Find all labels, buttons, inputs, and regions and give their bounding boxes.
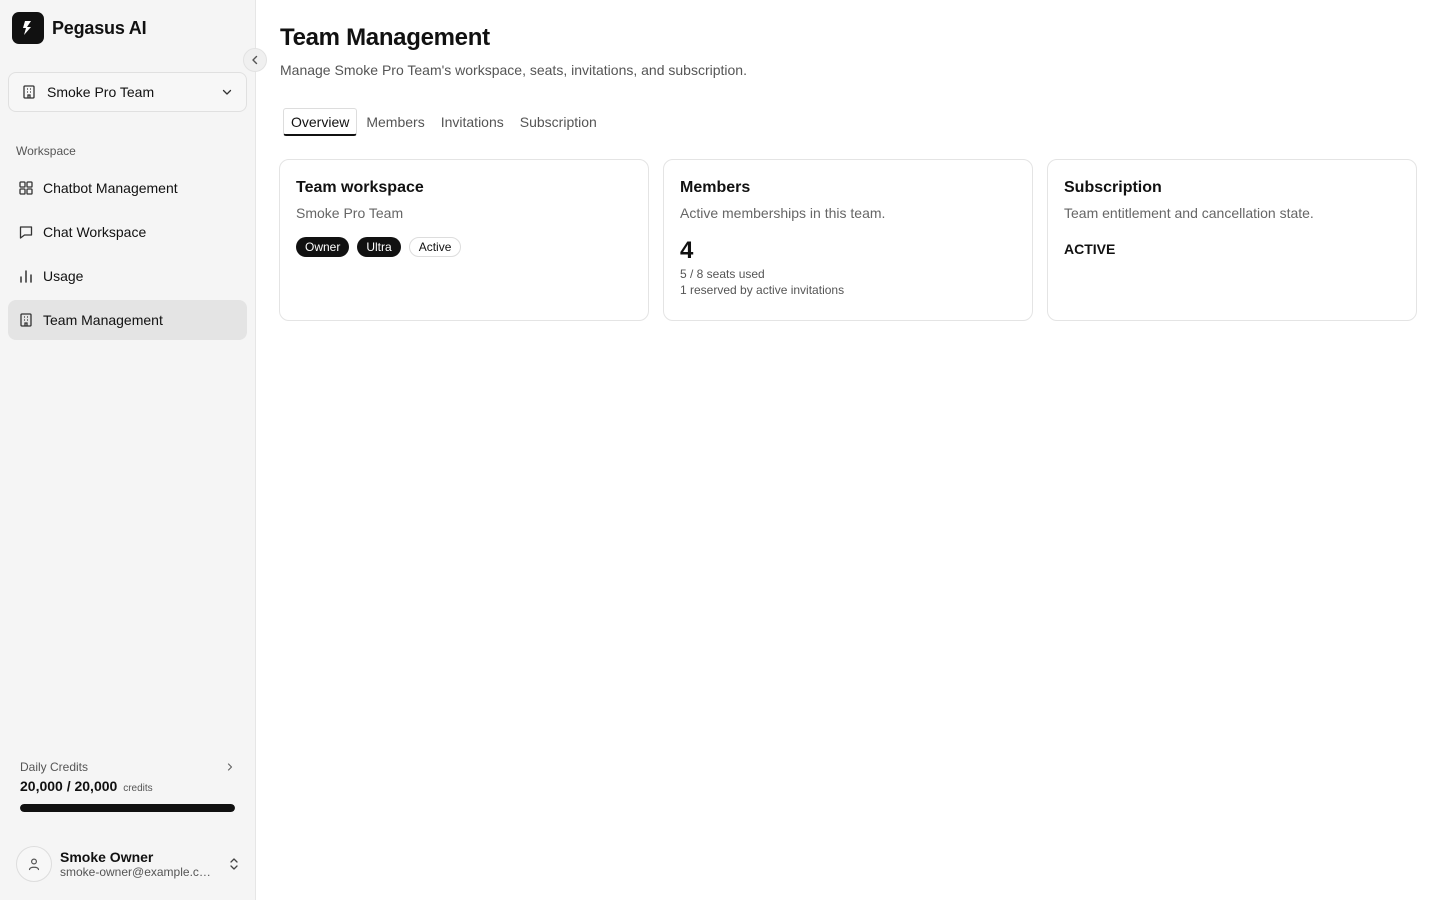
user-menu[interactable]: Smoke Owner smoke-owner@example.com [16, 846, 241, 882]
layout-grid-icon [19, 181, 33, 195]
sidebar-item-label: Chatbot Management [43, 180, 178, 196]
tab-overview[interactable]: Overview [283, 108, 358, 136]
card-title: Subscription [1064, 179, 1162, 196]
tab-invitations[interactable]: Invitations [434, 108, 511, 136]
daily-credits[interactable]: Daily Credits 20,000 / 20,000 credits [20, 760, 235, 812]
workspace-section-label: Workspace [16, 144, 76, 158]
tab-members[interactable]: Members [359, 108, 431, 136]
members-card: Members Active memberships in this team.… [663, 159, 1033, 321]
tab-subscription[interactable]: Subscription [513, 108, 604, 136]
user-email: smoke-owner@example.com [60, 865, 212, 879]
credits-unit: credits [123, 783, 153, 794]
page-subtitle: Manage Smoke Pro Team's workspace, seats… [280, 62, 747, 78]
chevrons-up-down-icon [230, 858, 238, 870]
bar-chart-icon [20, 270, 32, 283]
plan-badge: Ultra [357, 237, 401, 257]
card-description: Team entitlement and cancellation state. [1064, 205, 1314, 221]
sidebar: Pegasus AI Smoke Pro Team Workspace Chat… [0, 0, 267, 900]
chevron-right-icon [227, 763, 233, 771]
role-badge: Owner [296, 237, 350, 257]
credits-progress-bar [20, 804, 235, 812]
card-description: Active memberships in this team. [680, 205, 886, 221]
credits-value: 20,000 / 20,000 [20, 778, 118, 794]
subscription-card: Subscription Team entitlement and cancel… [1047, 159, 1417, 321]
message-square-icon [19, 226, 33, 239]
card-title: Members [680, 179, 751, 196]
avatar [16, 846, 52, 882]
team-workspace-card: Team workspace Smoke Pro Team Owner Ultr… [279, 159, 649, 321]
app-name: Pegasus AI [52, 17, 147, 38]
member-count: 4 [680, 237, 694, 264]
credits-label: Daily Credits [20, 760, 89, 774]
sidebar-item-usage[interactable]: Usage [8, 256, 247, 296]
page-title: Team Management [280, 24, 490, 51]
collapse-sidebar-button[interactable] [243, 48, 267, 72]
sidebar-item-label: Chat Workspace [43, 224, 147, 240]
reserved-seats: 1 reserved by active invitations [680, 283, 845, 297]
sidebar-nav: Chatbot Management Chat Workspace Usage … [8, 168, 247, 344]
tab-list: Overview Members Invitations Subscriptio… [283, 108, 604, 136]
credits-value-row: 20,000 / 20,000 credits [20, 778, 235, 794]
badge-row: Owner Ultra Active [296, 237, 632, 257]
credits-header: Daily Credits [20, 760, 235, 774]
status-badge: Active [408, 237, 462, 257]
user-info: Smoke Owner smoke-owner@example.com [60, 849, 219, 879]
subscription-status: ACTIVE [1064, 241, 1116, 257]
user-name: Smoke Owner [60, 849, 154, 865]
team-select[interactable]: Smoke Pro Team [8, 72, 247, 112]
sidebar-item-team-management[interactable]: Team Management [8, 300, 247, 340]
chevron-left-icon [252, 55, 258, 65]
sidebar-item-chat-workspace[interactable]: Chat Workspace [8, 212, 247, 252]
card-title: Team workspace [296, 179, 424, 196]
team-select-label: Smoke Pro Team [47, 84, 155, 100]
seats-used: 5 / 8 seats used [680, 267, 765, 281]
sidebar-item-label: Usage [43, 268, 84, 284]
building-icon [23, 85, 35, 99]
card-description: Smoke Pro Team [296, 205, 404, 221]
sidebar-item-label: Team Management [43, 312, 163, 328]
brand[interactable]: Pegasus AI [12, 12, 147, 44]
credits-progress-fill [20, 804, 235, 812]
building-icon [20, 313, 32, 327]
pegasus-logo-icon [12, 12, 44, 44]
user-icon [28, 858, 40, 871]
main-content: Team Management Manage Smoke Pro Team's … [256, 0, 1440, 900]
chevron-down-icon [222, 89, 232, 95]
sidebar-item-chatbot-management[interactable]: Chatbot Management [8, 168, 247, 208]
